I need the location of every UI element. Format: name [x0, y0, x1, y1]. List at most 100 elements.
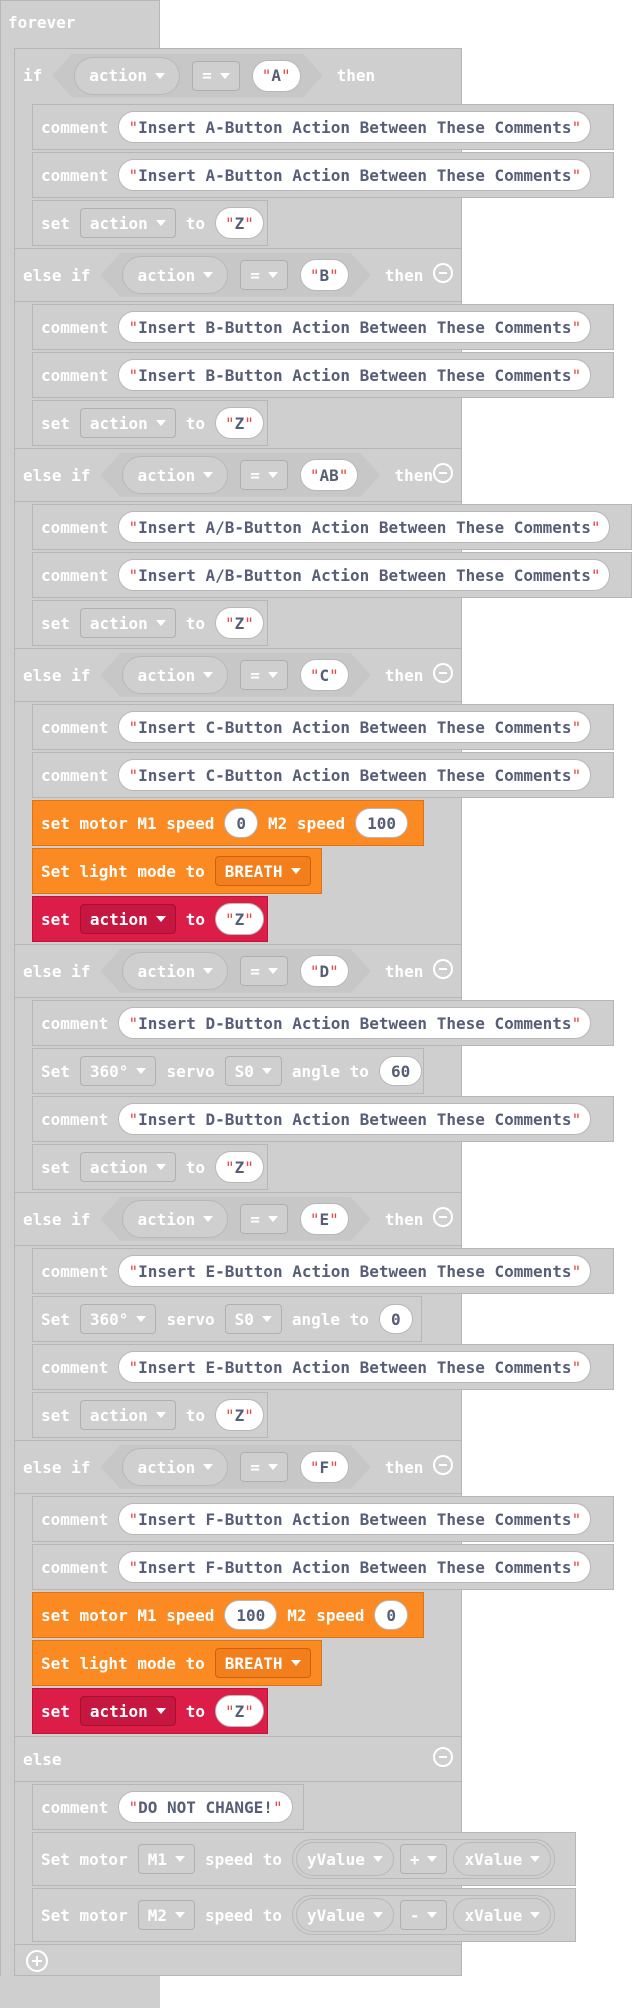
condition-d[interactable]: action = " D " — [100, 949, 370, 993]
string-value[interactable]: " B " — [300, 259, 349, 291]
else-if-header-b[interactable]: else if action = " B " then — [14, 248, 462, 302]
string-value[interactable]: " Z " — [214, 1695, 264, 1727]
condition-e[interactable]: action = " E " — [100, 1197, 370, 1241]
action-variable[interactable]: action — [122, 456, 228, 494]
set-variable-block[interactable]: set action to " Z " — [32, 400, 268, 446]
variable-dropdown[interactable]: action — [79, 608, 176, 638]
comment-text[interactable]: " Insert F-Button Action Between These Co… — [118, 1503, 592, 1535]
comment-text[interactable]: " Insert E-Button Action Between These Co… — [118, 1255, 592, 1287]
else-if-header-e[interactable]: else if action = " E " then — [14, 1192, 462, 1246]
variable-dropdown[interactable]: action — [79, 408, 176, 438]
if-header-a[interactable]: if action = " A " then — [14, 48, 462, 102]
else-if-header-f[interactable]: else if action = " F " then — [14, 1440, 462, 1494]
action-variable[interactable]: action — [122, 1200, 228, 1238]
set-variable-block[interactable]: set action to " Z " — [32, 600, 268, 646]
else-if-header-d[interactable]: else if action = " D " then — [14, 944, 462, 998]
minus-circle-icon[interactable] — [433, 959, 453, 979]
action-variable[interactable]: action — [122, 1448, 228, 1486]
condition-c[interactable]: action = " C " — [100, 653, 370, 697]
set-motor-block[interactable]: Set motor M2 speed to yValue - xValue — [32, 1888, 576, 1942]
comment-block[interactable]: comment " Insert A-Button Action Between T… — [32, 152, 614, 198]
condition-b[interactable]: action = " B " — [100, 253, 370, 297]
servo-port-dropdown[interactable]: S0 — [224, 1056, 282, 1086]
comment-block[interactable]: comment " Insert A/B-Button Action Between… — [32, 504, 632, 550]
set-light-mode-block[interactable]: Set light mode to BREATH — [32, 848, 322, 894]
comment-block[interactable]: comment " Insert A/B-Button Action Between… — [32, 552, 632, 598]
operator-dropdown[interactable]: = — [240, 260, 288, 290]
variable-dropdown[interactable]: action — [79, 1400, 176, 1430]
minus-circle-icon[interactable] — [433, 263, 453, 283]
string-value[interactable]: " C " — [300, 659, 349, 691]
y-value-variable[interactable]: yValue — [296, 1898, 394, 1932]
set-motor-block[interactable]: Set motor M1 speed to yValue + xValue — [32, 1832, 576, 1886]
number-value[interactable]: 100 — [224, 1600, 278, 1630]
operator-dropdown[interactable]: = — [240, 460, 288, 490]
set-variable-block[interactable]: set action to " Z " — [32, 200, 268, 246]
comment-block[interactable]: comment " Insert B-Button Action Between T… — [32, 352, 614, 398]
comment-text[interactable]: " Insert A/B-Button Action Between These … — [118, 511, 611, 543]
comment-text[interactable]: " Insert D-Button Action Between These Co… — [118, 1103, 592, 1135]
motor-dropdown[interactable]: M1 — [137, 1844, 195, 1874]
string-value[interactable]: " Z " — [214, 407, 264, 439]
motor-dropdown[interactable]: M2 — [137, 1900, 195, 1930]
comment-block[interactable]: comment " DO NOT CHANGE! " — [32, 1784, 304, 1830]
math-expression[interactable]: yValue - xValue — [292, 1895, 556, 1935]
comment-block[interactable]: comment " Insert C-Button Action Between T… — [32, 704, 614, 750]
x-value-variable[interactable]: xValue — [453, 1842, 552, 1876]
string-value[interactable]: " AB " — [300, 459, 359, 491]
set-variable-block[interactable]: set action to " Z " — [32, 1144, 268, 1190]
set-servo-block[interactable]: Set 360° servo S0 angle to 60 — [32, 1048, 424, 1094]
comment-block[interactable]: comment " Insert F-Button Action Between T… — [32, 1496, 614, 1542]
set-light-mode-block[interactable]: Set light mode to BREATH — [32, 1640, 322, 1686]
math-expression[interactable]: yValue + xValue — [292, 1839, 556, 1879]
string-value[interactable]: " Z " — [214, 207, 264, 239]
x-value-variable[interactable]: xValue — [453, 1898, 552, 1932]
string-value[interactable]: " D " — [300, 955, 349, 987]
comment-block[interactable]: comment " Insert E-Button Action Between T… — [32, 1344, 614, 1390]
operator-dropdown[interactable]: = — [240, 1452, 288, 1482]
string-value[interactable]: " E " — [300, 1203, 349, 1235]
operator-dropdown[interactable]: = — [192, 61, 240, 91]
action-variable[interactable]: action — [122, 256, 228, 294]
string-value[interactable]: " Z " — [214, 1151, 264, 1183]
math-operator-dropdown[interactable]: + — [399, 1844, 448, 1874]
action-variable[interactable]: action — [122, 656, 228, 694]
number-value[interactable]: 0 — [374, 1600, 408, 1630]
servo-type-dropdown[interactable]: 360° — [79, 1304, 157, 1334]
set-servo-block[interactable]: Set 360° servo S0 angle to 0 — [32, 1296, 422, 1342]
set-variable-block[interactable]: set action to " Z " — [32, 1392, 268, 1438]
minus-circle-icon[interactable] — [433, 1455, 453, 1475]
string-value[interactable]: " Z " — [214, 903, 264, 935]
comment-text[interactable]: " Insert F-Button Action Between These Co… — [118, 1551, 592, 1583]
operator-dropdown[interactable]: = — [240, 956, 288, 986]
comment-text[interactable]: " DO NOT CHANGE! " — [118, 1791, 293, 1823]
comment-text[interactable]: " Insert C-Button Action Between These Co… — [118, 711, 592, 743]
else-if-header-c[interactable]: else if action = " C " then — [14, 648, 462, 702]
set-motor-speed-block[interactable]: set motor M1 speed 100 M2 speed 0 — [32, 1592, 424, 1638]
minus-circle-icon[interactable] — [433, 1747, 453, 1767]
comment-block[interactable]: comment " Insert E-Button Action Between T… — [32, 1248, 614, 1294]
variable-dropdown[interactable]: action — [79, 904, 176, 934]
comment-block[interactable]: comment " Insert A-Button Action Between T… — [32, 104, 614, 150]
comment-text[interactable]: " Insert C-Button Action Between These Co… — [118, 759, 592, 791]
comment-text[interactable]: " Insert D-Button Action Between These Co… — [118, 1007, 592, 1039]
condition-f[interactable]: action = " F " — [100, 1445, 370, 1489]
comment-block[interactable]: comment " Insert F-Button Action Between T… — [32, 1544, 614, 1590]
variable-dropdown[interactable]: action — [79, 208, 176, 238]
minus-circle-icon[interactable] — [433, 663, 453, 683]
y-value-variable[interactable]: yValue — [296, 1842, 394, 1876]
action-variable[interactable]: action — [74, 57, 180, 95]
comment-block[interactable]: comment " Insert D-Button Action Between T… — [32, 1000, 614, 1046]
minus-circle-icon[interactable] — [433, 463, 453, 483]
number-value[interactable]: 0 — [378, 1304, 413, 1334]
set-variable-block[interactable]: set action to " Z " — [32, 1688, 268, 1734]
variable-dropdown[interactable]: action — [79, 1152, 176, 1182]
number-value[interactable]: 100 — [355, 808, 408, 838]
set-variable-block[interactable]: set action to " Z " — [32, 896, 268, 942]
comment-block[interactable]: comment " Insert B-Button Action Between T… — [32, 304, 614, 350]
operator-dropdown[interactable]: = — [240, 660, 288, 690]
servo-port-dropdown[interactable]: S0 — [224, 1304, 282, 1334]
comment-block[interactable]: comment " Insert D-Button Action Between T… — [32, 1096, 614, 1142]
variable-dropdown[interactable]: action — [79, 1696, 176, 1726]
comment-text[interactable]: " Insert A-Button Action Between These Co… — [118, 159, 592, 191]
